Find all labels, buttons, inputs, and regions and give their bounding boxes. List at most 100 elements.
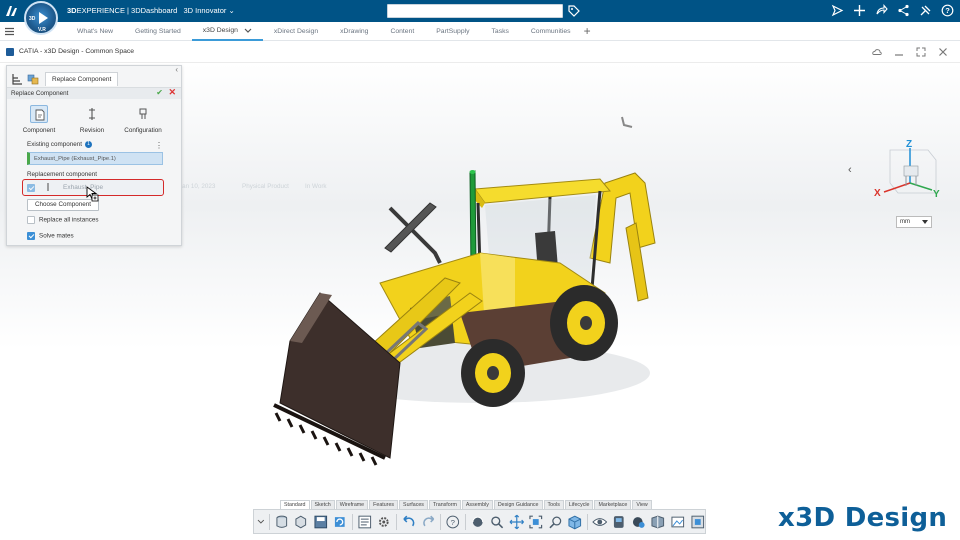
forward-icon[interactable] — [875, 4, 888, 17]
tab-transform[interactable]: Transform — [428, 500, 461, 509]
tab-xdirect-design[interactable]: xDirect Design — [263, 22, 329, 41]
play-icon — [39, 12, 48, 24]
compass-button[interactable]: 3D V.R — [24, 1, 58, 35]
chevron-down-icon[interactable] — [244, 28, 252, 34]
view-cube-icon[interactable] — [567, 514, 583, 530]
redo-icon[interactable] — [421, 514, 437, 530]
tab-surfaces[interactable]: Surfaces — [399, 500, 428, 509]
units-select[interactable]: mm — [896, 216, 932, 228]
toolbar-expand-icon[interactable] — [257, 514, 265, 530]
replace-all-option[interactable]: Replace all instances — [27, 216, 99, 224]
tab-x3d-design[interactable]: x3D Design — [191, 22, 263, 41]
refresh-icon[interactable] — [332, 514, 348, 530]
assembly-icon[interactable] — [27, 73, 39, 85]
x3d-design-watermark: x3D Design — [778, 503, 948, 533]
drag-cursor-icon — [86, 186, 99, 202]
replacement-checkbox[interactable] — [27, 183, 35, 192]
solve-mates-checkbox[interactable] — [27, 232, 35, 240]
document-title: CATIA - x3D Design - Common Space — [19, 48, 135, 55]
z-axis-label: Z — [906, 139, 912, 150]
existing-component-label: Existing component 1 — [27, 141, 92, 148]
fullscreen-icon[interactable] — [916, 47, 926, 57]
tab-design-guidance[interactable]: Design Guidance — [493, 500, 543, 509]
tab-lifecycle[interactable]: Lifecycle — [564, 500, 594, 509]
drag-ghost-type: Physical Product — [242, 183, 289, 190]
app-switcher[interactable]: 3D Innovator — [183, 6, 226, 15]
tools-icon[interactable] — [919, 4, 932, 17]
backhoe-loader-model[interactable] — [260, 113, 680, 473]
existing-component-field[interactable]: Exhaust_Pipe (Exhaust_Pipe.1) — [27, 152, 163, 165]
tab-getting-started[interactable]: Getting Started — [124, 22, 192, 41]
chevron-left-icon[interactable]: ‹ — [848, 164, 852, 176]
mode-revision-button[interactable]: Revision — [72, 105, 112, 134]
section-icon[interactable] — [650, 514, 666, 530]
tab-features[interactable]: Features — [369, 500, 399, 509]
replace-component-panel: ‹ Replace Component Replace Component ✔ … — [6, 65, 182, 246]
add-icon[interactable] — [853, 4, 866, 17]
tab-tools[interactable]: Tools — [543, 500, 564, 509]
toolbar-separator — [440, 513, 442, 530]
menu-icon[interactable] — [5, 27, 14, 36]
network-icon[interactable] — [897, 4, 910, 17]
tree-icon[interactable] — [11, 73, 23, 85]
properties-icon[interactable] — [357, 514, 373, 530]
close-icon[interactable] — [938, 47, 948, 57]
help-icon[interactable]: ? — [445, 514, 461, 530]
toolbar-separator — [586, 513, 588, 530]
tab-wireframe[interactable]: Wireframe — [335, 500, 369, 509]
tab-partsupply[interactable]: PartSupply — [425, 22, 480, 41]
capture-icon[interactable] — [670, 514, 686, 530]
search-input[interactable] — [387, 4, 563, 18]
toolbar-separator — [351, 513, 353, 530]
more-options-icon[interactable]: ⋮ — [155, 141, 163, 150]
tab-replace-component[interactable]: Replace Component — [45, 72, 119, 86]
mode-component-button[interactable]: Component — [19, 105, 59, 134]
mode-configuration-button[interactable]: Configuration — [123, 105, 163, 134]
platform-brand[interactable]: 3DEXPERIENCE | 3DDashboard 3D Innovator … — [67, 6, 235, 15]
replacement-component-label: Replacement component — [27, 171, 98, 178]
solve-mates-option[interactable]: Solve mates — [27, 232, 74, 240]
action-bar-toolbar: ? — [253, 509, 706, 534]
visibility-icon[interactable] — [592, 514, 608, 530]
tab-tasks[interactable]: Tasks — [481, 22, 520, 41]
zoom-icon[interactable] — [489, 514, 505, 530]
axis-compass[interactable]: Z X Y — [870, 138, 946, 208]
cancel-icon[interactable]: ✕ — [168, 87, 176, 98]
database-icon[interactable] — [274, 514, 290, 530]
tab-sketch[interactable]: Sketch — [310, 500, 335, 509]
tab-standard[interactable]: Standard — [280, 500, 310, 509]
catia-app-icon — [6, 48, 14, 56]
tag-icon[interactable] — [568, 5, 580, 17]
existing-count-badge: 1 — [84, 141, 92, 148]
minimize-icon[interactable] — [894, 47, 904, 57]
tab-content[interactable]: Content — [379, 22, 425, 41]
ambience-icon[interactable] — [690, 514, 706, 530]
help-icon[interactable]: ? — [941, 4, 954, 17]
save-icon[interactable] — [313, 514, 329, 530]
zoom-area-icon[interactable] — [548, 514, 564, 530]
pan-icon[interactable] — [509, 514, 525, 530]
undo-icon[interactable] — [401, 514, 417, 530]
tab-communities[interactable]: Communities — [520, 22, 582, 41]
tab-view[interactable]: View — [632, 500, 652, 509]
new-part-icon[interactable] — [293, 514, 309, 530]
render-style-icon[interactable] — [611, 514, 627, 530]
action-bar-tabs: Standard Sketch Wireframe Features Surfa… — [280, 500, 653, 509]
tab-assembly[interactable]: Assembly — [461, 500, 493, 509]
lighting-icon[interactable] — [631, 514, 647, 530]
ok-icon[interactable]: ✔ — [156, 88, 163, 97]
tab-whats-new[interactable]: What's New — [66, 22, 124, 41]
y-axis-label: Y — [933, 189, 940, 200]
replace-all-checkbox[interactable] — [27, 216, 35, 224]
share-icon[interactable] — [831, 4, 844, 17]
settings-icon[interactable] — [376, 514, 392, 530]
dassault-logo[interactable] — [4, 4, 20, 18]
chevron-down-icon[interactable]: ⌄ — [228, 6, 234, 15]
cloud-icon[interactable] — [872, 47, 882, 57]
x-axis-label: X — [874, 188, 881, 199]
tab-xdrawing[interactable]: xDrawing — [329, 22, 379, 41]
tab-marketplace[interactable]: Marketplace — [594, 500, 632, 509]
add-tab-button[interactable]: + — [582, 22, 591, 41]
rotate-view-icon[interactable] — [470, 514, 486, 530]
fit-all-icon[interactable] — [528, 514, 544, 530]
